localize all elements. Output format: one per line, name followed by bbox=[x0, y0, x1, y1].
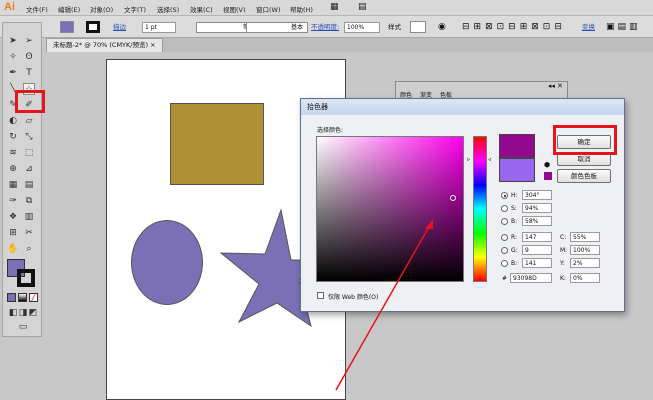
annotation-arrow bbox=[335, 219, 433, 391]
